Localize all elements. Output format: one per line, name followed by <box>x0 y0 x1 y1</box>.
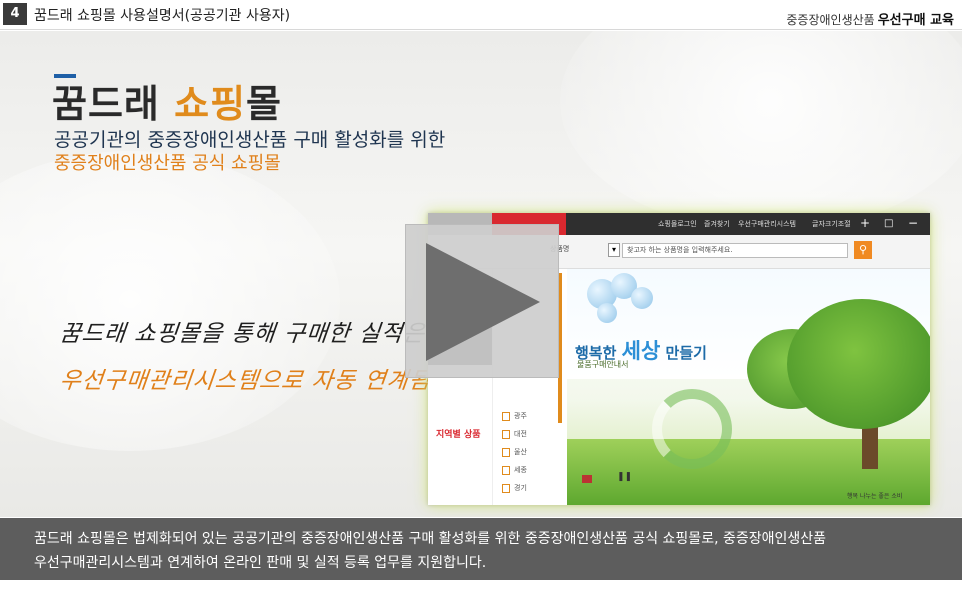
brand-title: 꿈드래 쇼핑몰 <box>52 73 282 128</box>
play-button[interactable] <box>405 224 559 378</box>
background-haze <box>560 31 962 231</box>
screenshot-menu-item: 우선구매관리시스템 <box>738 220 796 228</box>
org-label: 중증장애인생산품 우선구매 교육 <box>786 9 954 28</box>
chevron-down-icon: ▾ <box>608 243 620 257</box>
header-bar: 4 꿈드래 쇼핑몰 사용설명서(공공기관 사용자) 중증장애인생산품 우선구매 교… <box>0 0 962 30</box>
handwriting-line2: 우선구매관리시스템으로 자동 연계됨 <box>58 368 433 394</box>
brand-title-part2: 쇼핑 <box>174 82 247 126</box>
caption-box: 꿈드래 쇼핑몰은 법제화되어 있는 공공기관의 중증장애인생산품 구매 활성화를… <box>0 518 962 580</box>
balloon-icon <box>631 287 653 309</box>
stop-icon <box>582 475 592 483</box>
balloon-icon <box>597 303 617 323</box>
screenshot-menu-item: 쇼핑몰로그인 <box>658 220 697 228</box>
caption-line2: 우선구매관리시스템과 연계하여 온라인 판매 및 실적 등록 업무를 지원합니다… <box>34 555 487 571</box>
minus-icon: − <box>908 216 919 230</box>
screenshot-search-input: 찾고자 하는 상품명을 입력해주세요. <box>622 243 848 258</box>
brand-title-part3: 몰 <box>246 82 283 126</box>
banner-subtitle: 물품구매안내서 <box>577 360 629 369</box>
screenshot-region-label: 지역별 상품 <box>436 430 481 440</box>
banner-swirl <box>652 389 732 469</box>
brand-title-part1: 꿈드래 <box>52 82 160 126</box>
pause-icon: ❚❚ <box>617 472 633 482</box>
org-prefix: 중증장애인생산품 <box>786 13 875 27</box>
search-icon: ⚲ <box>854 241 872 259</box>
chapter-title: 꿈드래 쇼핑몰 사용설명서(공공기관 사용자) <box>34 8 291 24</box>
subtitle-line1: 공공기관의 중증장애인생산품 구매 활성화를 위한 <box>54 129 446 151</box>
category-item: 대전 <box>502 429 527 439</box>
subtitle-line2: 중증장애인생산품 공식 쇼핑몰 <box>54 153 281 174</box>
category-item: 경기 <box>502 483 527 493</box>
banner-footer: 행복 나누는 좋은 소비 <box>847 493 903 500</box>
video-slide[interactable]: 꿈드래 쇼핑몰 공공기관의 중증장애인생산품 구매 활성화를 위한 중증장애인생… <box>0 31 962 517</box>
plus-icon: + <box>860 216 871 230</box>
category-item: 울산 <box>502 447 527 457</box>
handwriting-line1: 꿈드래 쇼핑몰을 통해 구매한 실적은 <box>58 321 427 347</box>
tree-canopy <box>787 299 930 429</box>
play-icon <box>426 243 540 361</box>
chapter-number: 4 <box>3 3 27 25</box>
screenshot-menu-item: 글자크기조절 <box>812 220 851 228</box>
screenshot-banner: 행복한 세상 만들기 물품구매안내서 ❚❚ 행복 나누는 좋은 소비 <box>567 269 930 505</box>
square-icon: □ <box>884 218 894 229</box>
bottom-strip <box>0 580 962 600</box>
category-item: 광주 <box>502 411 527 421</box>
banner-title-post: 만들기 <box>665 344 707 362</box>
background-haze <box>0 151 340 451</box>
org-name: 우선구매 교육 <box>877 13 954 28</box>
category-item: 세종 <box>502 465 527 475</box>
caption-line1: 꿈드래 쇼핑몰은 법제화되어 있는 공공기관의 중증장애인생산품 구매 활성화를… <box>34 531 827 547</box>
screenshot-menu-item: 즐겨찾기 <box>704 220 730 228</box>
